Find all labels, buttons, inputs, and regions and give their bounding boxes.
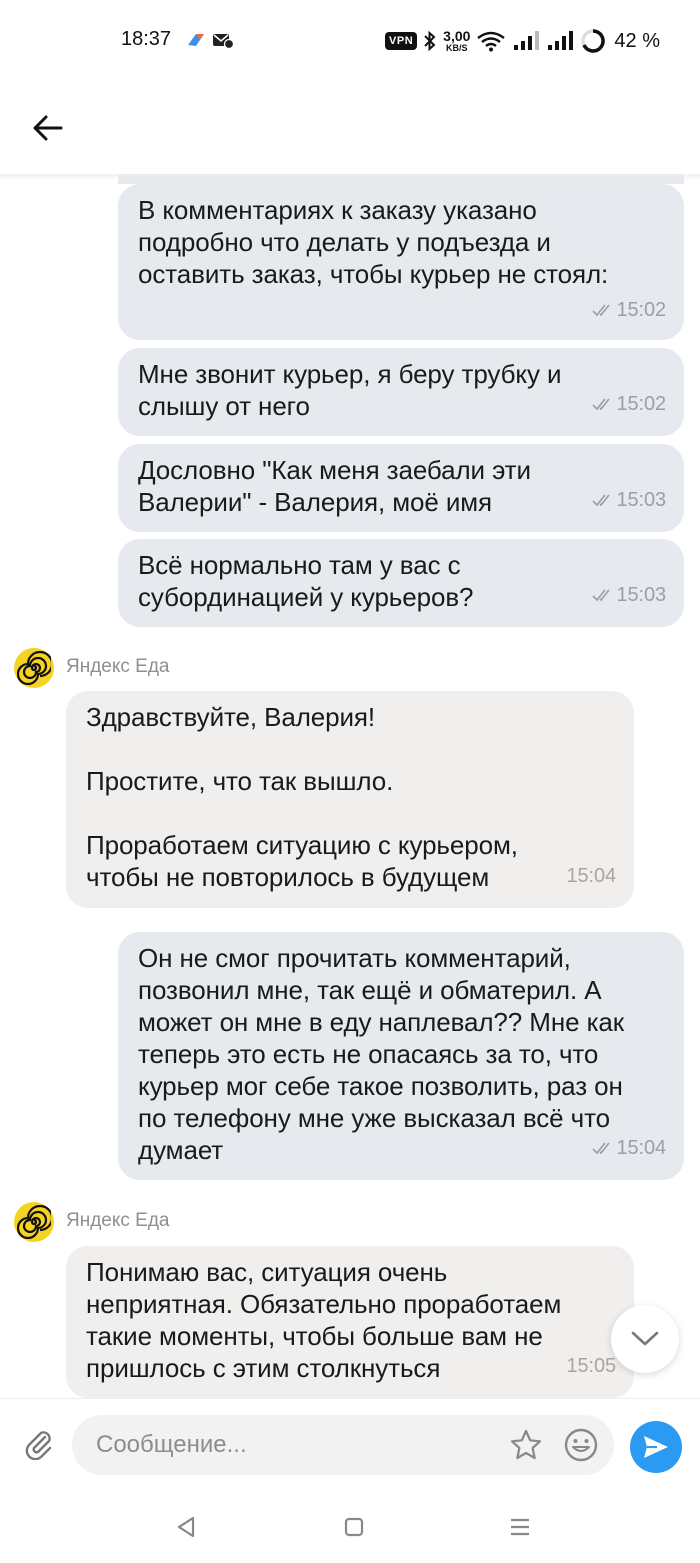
- star-icon: [510, 1429, 542, 1460]
- message-time: 15:02: [616, 393, 666, 415]
- nav-back-button[interactable]: [166, 1507, 206, 1547]
- back-button[interactable]: [24, 104, 72, 152]
- send-icon: [644, 1436, 668, 1458]
- message-text: Он не смог прочитать комментарий, позвон…: [138, 943, 625, 1165]
- menu-lines-icon: [511, 1518, 529, 1536]
- vpn-badge: VPN: [385, 32, 418, 50]
- message-meta: 15:05: [566, 1350, 616, 1382]
- wifi-icon: [477, 31, 506, 52]
- double-check-icon: [592, 494, 611, 507]
- attach-button[interactable]: [18, 1423, 60, 1465]
- favorites-button[interactable]: [506, 1425, 546, 1465]
- emoji-button[interactable]: [560, 1424, 602, 1466]
- status-bar: 18:37 VPN 3,00 KB/S 42 %: [0, 0, 700, 82]
- message-meta: 15:02: [592, 294, 666, 326]
- message-meta: 15:04: [592, 1132, 666, 1164]
- send-button[interactable]: [630, 1421, 682, 1473]
- message-bubble-incoming[interactable]: Понимаю вас, ситуация очень неприятная. …: [66, 1246, 634, 1398]
- message-time: 15:04: [616, 1137, 666, 1159]
- message-input-wrapper: [72, 1415, 614, 1475]
- message-text: Мне звонит курьер, я беру трубку и слышу…: [138, 359, 562, 421]
- sender-name: Яндекс Еда: [66, 656, 170, 677]
- message-time: 15:03: [616, 584, 666, 606]
- nav-home-button[interactable]: [334, 1507, 374, 1547]
- net-speed-unit: KB/S: [446, 42, 468, 53]
- message-bubble-outgoing[interactable]: Дословно "Как меня заебали эти Валерии" …: [118, 444, 684, 532]
- chevron-down-icon: [631, 1331, 659, 1346]
- system-nav-bar: [0, 1493, 700, 1563]
- scroll-down-button[interactable]: [611, 1305, 679, 1373]
- message-meta: 15:04: [566, 860, 616, 892]
- app-icon: [188, 34, 204, 46]
- message-bubble-outgoing[interactable]: Мне звонит курьер, я беру трубку и слышу…: [118, 348, 684, 436]
- message-time: 15:04: [566, 865, 616, 887]
- message-text: В комментариях к заказу указано подробно…: [138, 195, 609, 289]
- emoji-icon: [564, 1428, 598, 1462]
- bluetooth-icon: [424, 30, 436, 52]
- message-bubble-outgoing[interactable]: Всё нормально там у вас с субординацией …: [118, 539, 684, 627]
- message-text: Всё нормально там у вас с субординацией …: [138, 550, 474, 612]
- yandex-eda-logo-icon: [17, 1205, 51, 1239]
- message-time: 15:02: [616, 299, 666, 321]
- net-speed: 3,00 KB/S: [443, 27, 471, 53]
- message-composer: [0, 1398, 700, 1493]
- battery-percent: 42 %: [614, 29, 660, 52]
- double-check-icon: [592, 304, 611, 317]
- double-check-icon: [592, 1142, 611, 1155]
- message-text: Дословно "Как меня заебали эти Валерии" …: [138, 455, 531, 517]
- message-text: Здравствуйте, Валерия! Простите, что так…: [86, 702, 518, 892]
- net-speed-value: 3,00: [443, 27, 471, 44]
- message-meta: 15:03: [592, 579, 666, 611]
- arrow-left-icon: [33, 115, 63, 141]
- message-text: Понимаю вас, ситуация очень неприятная. …: [86, 1257, 562, 1383]
- double-check-icon: [592, 589, 611, 602]
- double-check-icon: [592, 398, 611, 411]
- yandex-eda-logo-icon: [17, 651, 51, 685]
- nav-menu-button[interactable]: [500, 1507, 540, 1547]
- signal-icon: [514, 31, 540, 50]
- paperclip-icon: [25, 1431, 52, 1460]
- sender-name: Яндекс Еда: [66, 1210, 170, 1231]
- status-indicators: VPN 3,00 KB/S 42 %: [385, 26, 660, 56]
- square-home-icon: [344, 1517, 364, 1537]
- message-bubble-outgoing[interactable]: В комментариях к заказу указано подробно…: [118, 184, 684, 340]
- sender-avatar[interactable]: [14, 1202, 54, 1242]
- message-bubble-outgoing[interactable]: Он не смог прочитать комментарий, позвон…: [118, 932, 684, 1180]
- status-time: 18:37: [121, 28, 172, 50]
- message-time: 15:03: [616, 489, 666, 511]
- signal-icon: [548, 31, 574, 50]
- battery-ring-icon: [581, 29, 606, 53]
- message-bubble-incoming[interactable]: Здравствуйте, Валерия! Простите, что так…: [66, 691, 634, 908]
- sender-avatar[interactable]: [14, 648, 54, 688]
- message-meta: 15:02: [592, 388, 666, 420]
- message-input[interactable]: [96, 1415, 496, 1475]
- triangle-back-icon: [177, 1516, 195, 1538]
- chat-header: [0, 82, 700, 174]
- message-time: 15:05: [566, 1355, 616, 1377]
- mail-icon: [213, 34, 234, 49]
- message-meta: 15:03: [592, 484, 666, 516]
